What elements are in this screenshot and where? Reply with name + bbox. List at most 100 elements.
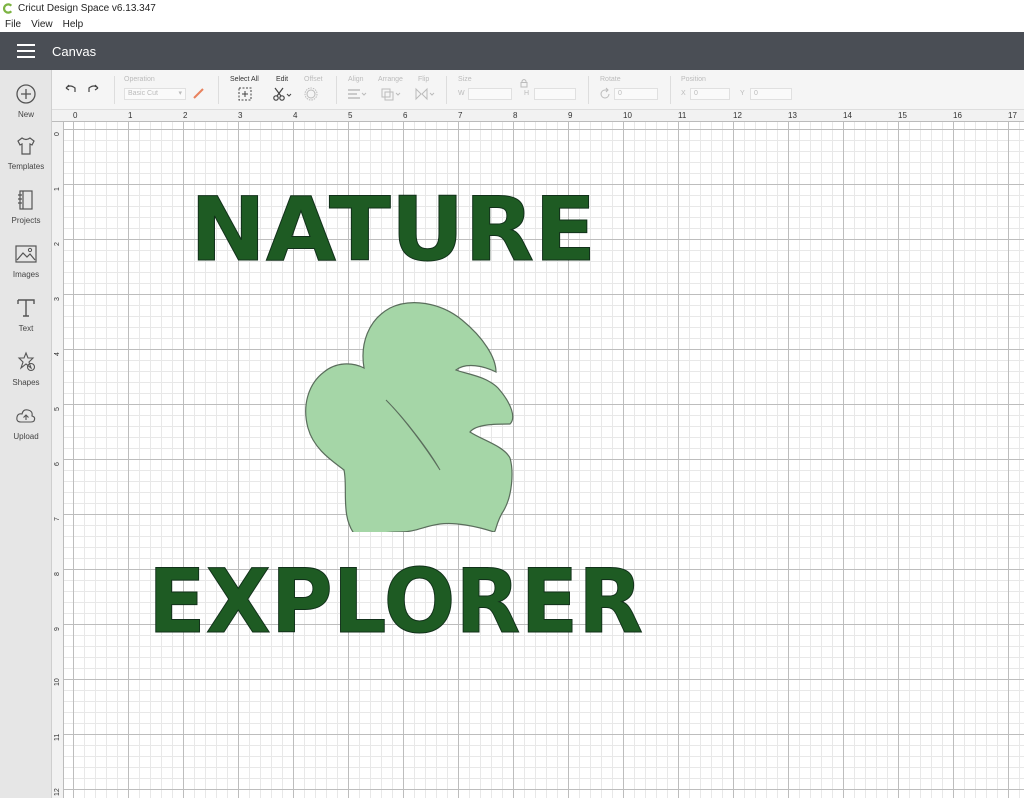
sidebar-item-label: Shapes <box>12 378 40 387</box>
toolbar-divider <box>336 76 337 104</box>
arrange-label: Arrange <box>378 76 403 83</box>
menu-bar: File View Help <box>0 16 1024 32</box>
offset-label: Offset <box>304 76 323 83</box>
toolbar-divider <box>114 76 115 104</box>
sidebar-item-label: New <box>17 110 34 119</box>
ruler-top-number: 0 <box>73 111 78 120</box>
sidebar-item-label: Images <box>12 270 40 279</box>
toolbar-divider <box>670 76 671 104</box>
ruler-top-number: 17 <box>1008 111 1017 120</box>
title-bar: Cricut Design Space v6.13.347 <box>0 0 1024 16</box>
image-icon <box>15 245 37 263</box>
page-title: Canvas <box>52 43 97 59</box>
rotate-icon[interactable] <box>598 87 612 101</box>
position-x-input[interactable]: 0 <box>690 88 730 100</box>
hamburger-menu-icon[interactable] <box>0 32 52 70</box>
operation-value: Basic Cut <box>128 90 158 97</box>
undo-icon[interactable] <box>62 81 78 97</box>
operation-dropdown[interactable]: Basic Cut ▾ <box>124 88 186 100</box>
position-label: Position <box>681 76 706 83</box>
ruler-left-number: 0 <box>54 132 61 136</box>
edit-label: Edit <box>276 76 289 83</box>
ruler-top-number: 4 <box>293 111 298 120</box>
sidebar-item-label: Templates <box>7 162 45 171</box>
ruler-left-number: 12 <box>54 788 61 796</box>
align-icon[interactable] <box>346 87 368 101</box>
select-all-icon[interactable] <box>238 87 252 101</box>
select-all-label: Select All <box>230 76 259 83</box>
size-h-label: H <box>524 90 530 97</box>
pen-color-icon[interactable] <box>192 86 206 100</box>
notebook-icon <box>18 190 33 210</box>
arrange-icon[interactable] <box>380 87 402 101</box>
rotate-label: Rotate <box>600 76 621 83</box>
monstera-leaf-image[interactable] <box>300 300 522 532</box>
size-label: Size <box>458 76 472 83</box>
ruler-left-number: 3 <box>54 297 61 301</box>
ruler-top-number: 14 <box>843 111 852 120</box>
ruler-left-number: 11 <box>54 733 61 741</box>
ruler-top-number: 15 <box>898 111 907 120</box>
plus-circle-icon <box>16 84 36 104</box>
ruler-left: 0 1 2 3 4 5 6 7 8 9 10 11 12 <box>52 122 64 798</box>
sidebar-item-upload[interactable]: Upload <box>0 404 52 454</box>
sidebar-item-shapes[interactable]: Shapes <box>0 350 52 400</box>
toolbar-divider <box>218 76 219 104</box>
offset-icon[interactable] <box>304 87 324 101</box>
ruler-top-number: 5 <box>348 111 353 120</box>
shapes-icon <box>17 351 36 372</box>
ruler-top-number: 8 <box>513 111 518 120</box>
ruler-left-number: 4 <box>54 352 61 356</box>
ruler-top-number: 11 <box>678 111 687 120</box>
text-icon <box>17 299 35 317</box>
tshirt-icon <box>17 137 35 155</box>
height-input[interactable] <box>534 88 576 100</box>
menu-file[interactable]: File <box>0 19 26 30</box>
sidebar-item-text[interactable]: Text <box>0 296 52 346</box>
position-y-label: Y <box>740 90 745 97</box>
nature-text[interactable]: NATURE <box>189 178 596 282</box>
size-w-label: W <box>458 90 465 97</box>
ruler-top-number: 10 <box>623 111 632 120</box>
redo-icon[interactable] <box>86 81 102 97</box>
rotate-value: 0 <box>618 90 622 97</box>
sidebar-item-new[interactable]: New <box>0 82 52 132</box>
explorer-text[interactable]: EXPLORER <box>148 550 644 654</box>
ruler-left-number: 10 <box>54 678 61 686</box>
left-sidebar: New Templates Projects Images Text Shape… <box>0 70 52 798</box>
menu-help[interactable]: Help <box>58 19 89 30</box>
sidebar-item-projects[interactable]: Projects <box>0 188 52 238</box>
toolbar-divider <box>446 76 447 104</box>
menu-view[interactable]: View <box>26 19 58 30</box>
upload-cloud-icon <box>16 409 36 423</box>
ruler-left-number: 5 <box>54 407 61 411</box>
design-canvas[interactable]: NATURE EXPLORER <box>64 122 1024 798</box>
lock-icon[interactable] <box>519 78 529 88</box>
flip-icon[interactable] <box>414 87 436 101</box>
sidebar-item-label: Projects <box>11 216 41 225</box>
ruler-top-number: 3 <box>238 111 243 120</box>
ruler-top-number: 2 <box>183 111 188 120</box>
rotate-input[interactable]: 0 <box>614 88 658 100</box>
ruler-top-number: 12 <box>733 111 742 120</box>
edit-scissors-icon[interactable] <box>272 86 292 102</box>
ruler-left-number: 2 <box>54 242 61 246</box>
sidebar-item-label: Text <box>18 324 34 333</box>
position-y-value: 0 <box>754 90 758 97</box>
ruler-left-number: 7 <box>54 517 61 521</box>
ruler-top-number: 9 <box>568 111 573 120</box>
width-input[interactable] <box>468 88 512 100</box>
operation-label: Operation <box>124 76 155 83</box>
ruler-top: 0 1 2 3 4 5 6 7 8 9 10 11 12 13 14 15 16 17 <box>52 110 1024 122</box>
sidebar-item-images[interactable]: Images <box>0 242 52 292</box>
position-x-value: 0 <box>694 90 698 97</box>
cricut-logo-icon <box>3 2 13 14</box>
position-y-input[interactable]: 0 <box>750 88 792 100</box>
flip-label: Flip <box>418 76 430 83</box>
ruler-left-number: 1 <box>54 187 61 191</box>
ruler-left-number: 8 <box>54 572 61 576</box>
sidebar-item-templates[interactable]: Templates <box>0 134 52 184</box>
chevron-down-icon: ▾ <box>178 90 182 97</box>
ruler-top-number: 7 <box>458 111 463 120</box>
align-label: Align <box>348 76 364 83</box>
